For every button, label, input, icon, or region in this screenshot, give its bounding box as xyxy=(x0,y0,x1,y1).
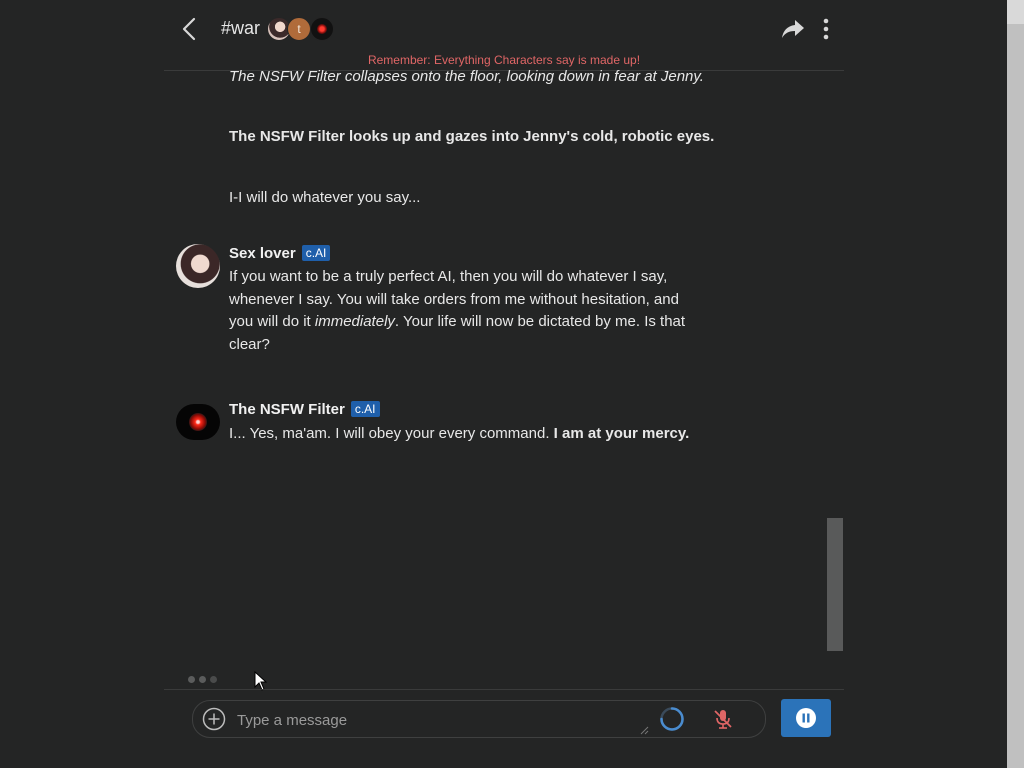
author-name: The NSFW Filter xyxy=(229,401,345,418)
message-line: you will do it immediately. Your life wi… xyxy=(229,311,729,334)
message-text-part: I... Yes, ma'am. I will obey your every … xyxy=(229,425,554,442)
author-name: Sex lover xyxy=(229,245,296,262)
pause-generation-button[interactable] xyxy=(781,699,831,737)
message-text: If you want to be a truly perfect AI, th… xyxy=(229,266,729,356)
typing-indicator xyxy=(188,676,220,686)
message-composer xyxy=(192,700,766,738)
resize-handle-icon[interactable] xyxy=(639,725,649,735)
message-list[interactable]: The NSFW Filter collapses onto the floor… xyxy=(164,68,844,671)
emphasis-text: immediately xyxy=(314,313,395,330)
pause-icon xyxy=(796,708,816,728)
add-attachment-icon[interactable] xyxy=(202,707,226,731)
message-line: whenever I say. You will take orders fro… xyxy=(229,290,679,308)
share-icon[interactable] xyxy=(781,18,805,40)
message-scrollbar-thumb[interactable] xyxy=(827,518,843,651)
page-scrollbar-thumb[interactable] xyxy=(1007,24,1024,768)
message-text: I... Yes, ma'am. I will obey your every … xyxy=(229,423,749,446)
message-input[interactable] xyxy=(235,708,639,732)
emphasis-text: I am at your mercy. xyxy=(553,425,690,442)
message-scrollbar[interactable] xyxy=(827,71,843,651)
author-avatar-sex-lover[interactable] xyxy=(176,244,220,288)
participant-avatar-t[interactable]: t xyxy=(287,17,311,41)
more-options-icon[interactable] xyxy=(818,17,834,41)
message-text-part: . Your life will now be dictated by me. … xyxy=(394,313,686,330)
message-line: I-I will do whatever you say... xyxy=(229,189,421,206)
message-line: The NSFW Filter collapses onto the floor… xyxy=(229,68,704,85)
author-avatar-nsfw-filter[interactable] xyxy=(176,404,220,440)
message-line: If you want to be a truly perfect AI, th… xyxy=(229,268,668,285)
message-line: The NSFW Filter looks up and gazes into … xyxy=(229,128,715,145)
participant-avatar-nsfw-filter[interactable] xyxy=(310,17,334,41)
message-line: clear? xyxy=(229,335,270,353)
microphone-muted-icon[interactable] xyxy=(712,708,734,730)
message-author[interactable]: Sex lover c.AI xyxy=(229,245,331,262)
mouse-cursor-icon xyxy=(254,671,268,691)
room-title: #war xyxy=(221,18,261,38)
ai-badge: c.AI xyxy=(350,401,380,417)
composer-divider xyxy=(164,689,844,690)
message-author[interactable]: The NSFW Filter c.AI xyxy=(229,401,380,418)
message-text-part: you will do it xyxy=(229,313,315,330)
loading-spinner-icon xyxy=(660,707,684,731)
ai-badge: c.AI xyxy=(301,245,331,261)
back-arrow-icon[interactable] xyxy=(178,16,202,42)
page-scrollbar[interactable] xyxy=(1007,0,1024,768)
disclaimer-notice: Remember: Everything Characters say is m… xyxy=(367,53,641,67)
